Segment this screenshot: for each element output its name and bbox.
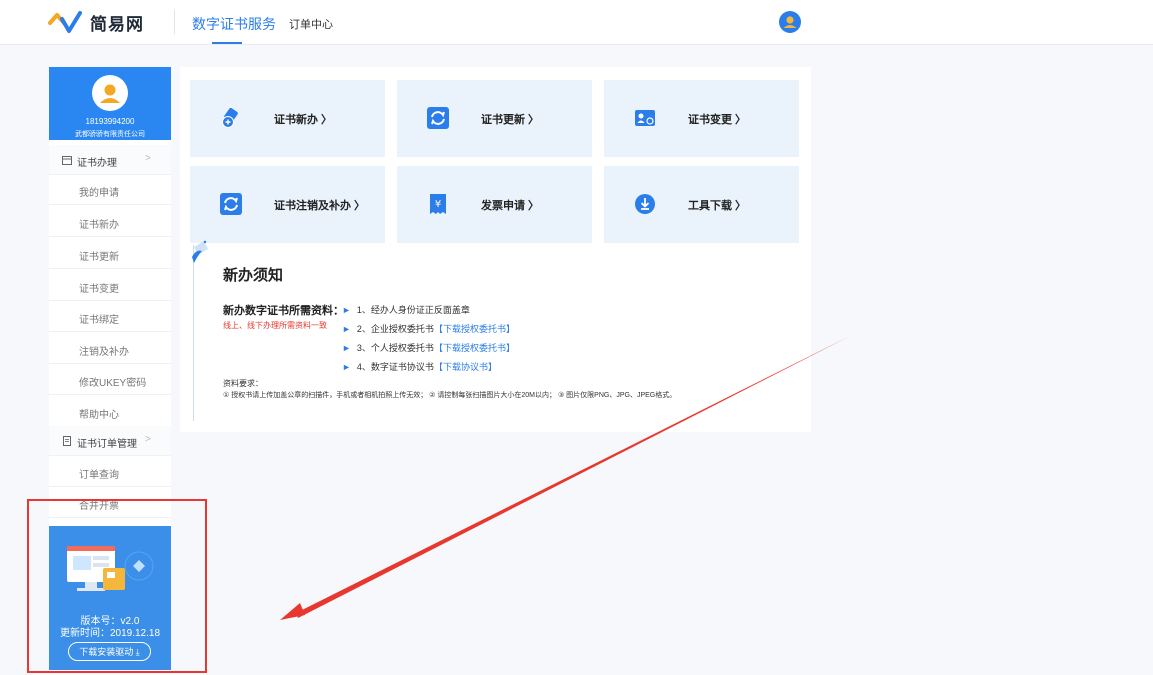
nav-active-indicator [212, 42, 242, 44]
logo-icon [48, 11, 82, 33]
card-label: 证书变更 〉 [688, 114, 747, 126]
document-icon [63, 436, 71, 446]
sidebar-item-merge-invoice[interactable]: 合并开票 [49, 488, 171, 518]
notice-pin-icon [192, 240, 208, 263]
arrow-right-icon: ► [342, 324, 351, 334]
download-icon [635, 194, 655, 214]
arrow-right-icon: ► [342, 343, 351, 353]
profile-phone: 18193994200 [85, 117, 135, 126]
sidebar-item-renew-cert[interactable]: 证书更新 [49, 239, 171, 269]
profile-avatar-icon[interactable] [92, 75, 128, 111]
svg-text:¥: ¥ [435, 199, 441, 210]
card-renew-cert[interactable]: 证书更新 〉 [397, 80, 592, 157]
card-cancel-reissue[interactable]: 证书注销及补办 〉 [190, 166, 385, 243]
sidebar-item-ukey-password[interactable]: 修改UKEY密码 [49, 365, 171, 395]
card-change-cert[interactable]: 证书变更 〉 [604, 80, 799, 157]
user-avatar-icon[interactable] [779, 11, 801, 33]
logo-text: 简易网 [90, 14, 144, 34]
profile-panel: 18193994200 武都骄骄有限责任公司 [49, 67, 171, 140]
menu-group-cert[interactable]: 证书办理 > [49, 145, 171, 175]
card-tool-download[interactable]: 工具下载 〉 [604, 166, 799, 243]
card-label: 证书新办 〉 [274, 114, 333, 126]
notice-panel: 新办须知 新办数字证书所需资料： 线上、线下办理所需资料一致 ► 1、经办人身份证… [192, 240, 798, 421]
reissue-icon [220, 193, 242, 215]
download-agreement-link[interactable]: 【下载协议书】 [434, 362, 497, 372]
logo[interactable]: 简易网 [48, 9, 144, 35]
header-divider [174, 10, 175, 34]
requirement-item: ► 2、企业授权委托书【下载授权委托书】 [342, 324, 515, 334]
download-personal-authorization-link[interactable]: 【下载授权委托书】 [434, 343, 515, 353]
top-header: 简易网 数字证书服务 订单中心 [0, 0, 1153, 45]
card-label: 证书注销及补办 〉 [274, 200, 366, 212]
nav-order-center[interactable]: 订单中心 [289, 16, 333, 32]
update-date-label: 更新时间：2019.12.18 [59, 628, 161, 639]
menu-group-label: 证书办理 [77, 158, 117, 169]
chevron-right-icon: > [145, 434, 151, 445]
new-cert-icon [222, 108, 238, 128]
notice-title: 新办须知 [223, 267, 284, 284]
requirement-item: ► 1、经办人身份证正反面盖章 [342, 305, 470, 315]
sidebar-item-bind-cert[interactable]: 证书绑定 [49, 302, 171, 332]
download-authorization-link[interactable]: 【下载授权委托书】 [434, 324, 515, 334]
arrow-right-icon: ► [342, 305, 351, 315]
requirements-heading: 新办数字证书所需资料： [223, 305, 344, 317]
card-new-cert[interactable]: 证书新办 〉 [190, 80, 385, 157]
requirements-note: 线上、线下办理所需资料一致 [223, 321, 327, 330]
card-invoice[interactable]: ¥ 发票申请 〉 [397, 166, 592, 243]
materials-heading: 资料要求： [223, 379, 263, 388]
card-label: 发票申请 〉 [481, 200, 540, 212]
main-panel: 证书新办 〉 证书更新 〉 证书变更 〉 证书注销及补办 〉 ¥ 发票申请 〉 … [180, 67, 811, 432]
requirement-item: ► 4、数字证书协议书【下载协议书】 [342, 362, 497, 372]
profile-company: 武都骄骄有限责任公司 [75, 131, 145, 138]
folder-icon [62, 156, 72, 165]
driver-promo-panel: 版本号：v2.0 更新时间：2019.12.18 下载安装驱动 ⤓ [49, 526, 171, 670]
chevron-right-icon: > [145, 153, 151, 164]
sidebar-item-order-query[interactable]: 订单查询 [49, 457, 171, 487]
sidebar-item-cancel-reissue[interactable]: 注销及补办 [49, 334, 171, 364]
sidebar: 18193994200 武都骄骄有限责任公司 证书办理 > 我的申请 证书新办 … [49, 67, 171, 670]
card-label: 工具下载 〉 [688, 200, 747, 212]
download-driver-button[interactable]: 下载安装驱动 ⤓ [68, 642, 151, 661]
change-cert-icon [635, 110, 655, 126]
menu-group-label: 证书订单管理 [77, 439, 137, 450]
card-label: 证书更新 〉 [481, 114, 540, 126]
arrow-right-icon: ► [342, 362, 351, 372]
sidebar-item-new-cert[interactable]: 证书新办 [49, 207, 171, 237]
requirement-item: ► 3、个人授权委托书【下载授权委托书】 [342, 343, 515, 353]
materials-requirements: ① 授权书请上传加盖公章的扫描件，手机或者相机拍照上传无效； ② 请控制每张扫描… [223, 392, 677, 399]
sidebar-item-change-cert[interactable]: 证书变更 [49, 271, 171, 301]
computer-illustration-icon [67, 546, 154, 591]
sidebar-item-help[interactable]: 帮助中心 [49, 397, 171, 427]
menu-group-orders[interactable]: 证书订单管理 > [49, 426, 171, 456]
nav-cert-service[interactable]: 数字证书服务 [192, 14, 276, 34]
invoice-icon: ¥ [430, 194, 446, 214]
refresh-icon [427, 107, 449, 129]
sidebar-item-my-applications[interactable]: 我的申请 [49, 175, 171, 205]
